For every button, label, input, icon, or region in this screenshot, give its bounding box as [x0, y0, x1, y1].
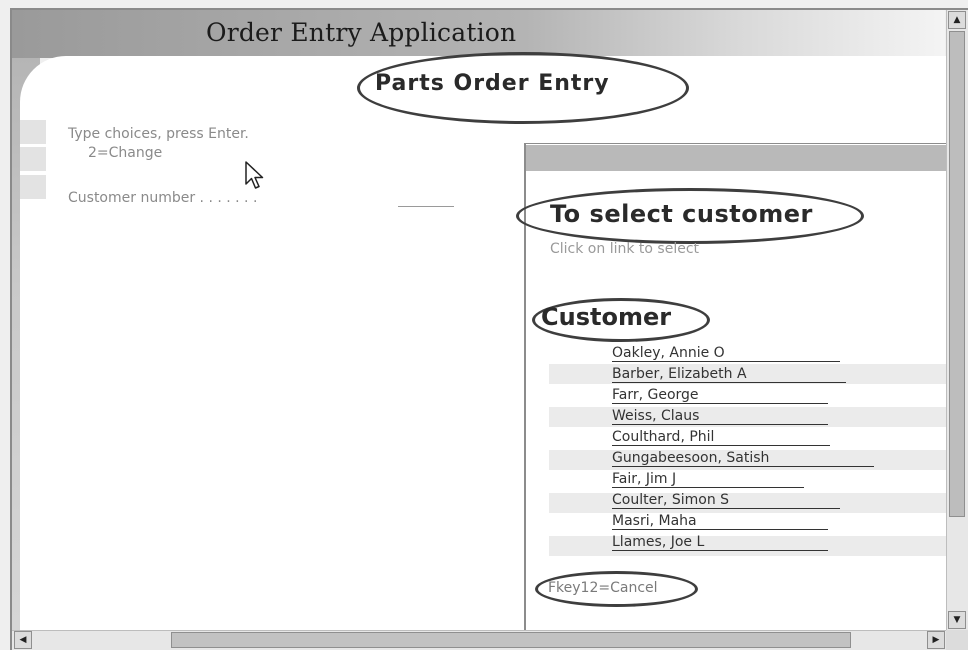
page-heading: Parts Order Entry [375, 71, 610, 96]
customer-column-header: Customer [541, 303, 672, 331]
vertical-scroll-thumb[interactable] [949, 31, 965, 517]
link-underline [612, 550, 828, 551]
arrow-left-icon[interactable]: ◀ [14, 631, 32, 649]
link-underline [612, 424, 828, 425]
customer-link[interactable]: Farr, George [612, 387, 699, 403]
link-underline [612, 361, 840, 362]
customer-link[interactable]: Coulter, Simon S [612, 492, 729, 508]
arrow-down-icon[interactable]: ▼ [948, 611, 966, 629]
row-stripe [549, 536, 946, 556]
link-underline [612, 508, 840, 509]
customer-link[interactable]: Oakley, Annie O [612, 345, 725, 361]
customer-number-label: Customer number . . . . . . . [68, 190, 258, 206]
app-title: Order Entry Application [206, 18, 517, 47]
customer-number-input[interactable] [398, 206, 454, 207]
arrow-cursor-icon [245, 161, 264, 189]
link-underline [612, 466, 874, 467]
field-marker [20, 147, 46, 171]
link-underline [612, 529, 828, 530]
select-customer-heading: To select customer [550, 200, 813, 228]
field-marker [20, 120, 46, 144]
link-underline [612, 382, 846, 383]
customer-link[interactable]: Barber, Elizabeth A [612, 366, 747, 382]
customer-link[interactable]: Gungabeesoon, Satish [612, 450, 769, 466]
row-stripe [549, 364, 946, 384]
link-underline [612, 445, 830, 446]
select-instruction: Click on link to select [550, 241, 700, 257]
horizontal-scroll-thumb[interactable] [171, 632, 851, 648]
customer-link[interactable]: Weiss, Claus [612, 408, 699, 424]
instruction-text: Type choices, press Enter. [68, 126, 249, 142]
link-underline [612, 403, 828, 404]
link-underline [612, 487, 804, 488]
option-text: 2=Change [88, 145, 163, 161]
scrollbar-corner [946, 630, 968, 650]
customer-link[interactable]: Masri, Maha [612, 513, 697, 529]
field-marker [20, 175, 46, 199]
arrow-right-icon[interactable]: ▶ [927, 631, 945, 649]
fkey-cancel[interactable]: Fkey12=Cancel [548, 580, 658, 596]
customer-link[interactable]: Fair, Jim J [612, 471, 676, 487]
customer-link[interactable]: Coulthard, Phil [612, 429, 714, 445]
row-stripe [549, 493, 946, 513]
arrow-up-icon[interactable]: ▲ [948, 11, 966, 29]
popup-title-bar [526, 145, 948, 171]
customer-link[interactable]: Llames, Joe L [612, 534, 704, 550]
